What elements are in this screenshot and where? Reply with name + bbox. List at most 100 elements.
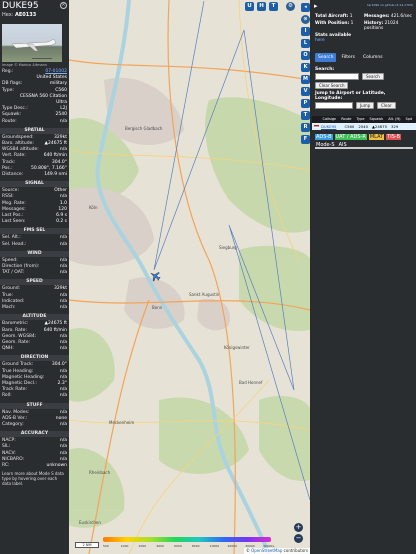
strip-button-0[interactable]: ◂: [301, 3, 310, 12]
place-label: Rheinbach: [89, 470, 111, 475]
aircraft-list-panel: ▸ tar1090 on github (3.14.1703) Total Ai…: [312, 0, 416, 554]
detail-label: Distance:: [2, 172, 24, 178]
attribution-suffix: contributors: [283, 548, 308, 553]
tab-columns[interactable]: Columns: [360, 53, 386, 62]
strip-button-11[interactable]: F: [301, 135, 310, 144]
map-view[interactable]: Bergisch Gladbach Köln Bonn Siegburg Sankt A…: [69, 0, 310, 554]
section-title-altitude[interactable]: ALTITUDE: [0, 314, 69, 321]
search-row: Search: [315, 72, 413, 80]
row-squawk: 2540: [358, 123, 369, 129]
strip-button-6[interactable]: M: [301, 75, 310, 84]
detail-label: Type:: [2, 87, 14, 93]
close-icon[interactable]: ×: [60, 2, 67, 9]
tab-search[interactable]: Search: [315, 52, 337, 62]
aircraft-callsign: DUKE95: [2, 1, 39, 11]
place-label: Meckenheim: [109, 420, 135, 425]
altitude-legend-label: 10000: [209, 544, 220, 548]
altitude-legend-label: 1000: [120, 544, 129, 548]
detail-label: Sel. Head.:: [2, 241, 27, 247]
footer-note: Learn more about Mode S data type by hov…: [2, 471, 64, 487]
strip-button-7[interactable]: V: [301, 87, 310, 96]
section-title-speed[interactable]: SPEED: [0, 279, 69, 286]
detail-row: Mach: n/a: [0, 305, 69, 311]
search-input[interactable]: [315, 72, 359, 80]
aircraft-hex-line: Hex: AE0133: [2, 12, 67, 18]
altitude-legend-label: 8000: [191, 544, 200, 548]
section-title-wind[interactable]: WIND: [0, 250, 69, 257]
column-header[interactable]: Spd: [403, 117, 415, 121]
map-button-h[interactable]: H: [257, 2, 266, 11]
table-row[interactable]: DUKE95 C560 2540 ▲24675 329: [312, 122, 416, 130]
jump-input[interactable]: [315, 101, 353, 109]
altitude-color-legend: [103, 537, 271, 542]
detail-row: Sel. Head.: n/a: [0, 242, 69, 248]
detail-label: Category:: [2, 421, 24, 427]
column-header[interactable]: Callsign: [320, 117, 339, 121]
strip-button-2[interactable]: I: [301, 27, 310, 36]
jump-button[interactable]: Jump: [356, 101, 375, 109]
zoom-in-button[interactable]: +: [294, 523, 303, 532]
aircraft-photo[interactable]: [2, 24, 62, 62]
detail-value: unknown: [46, 462, 67, 468]
section-title-spatial[interactable]: SPATIAL: [0, 127, 69, 134]
zoom-out-button[interactable]: −: [294, 534, 303, 543]
strip-button-3[interactable]: L: [301, 39, 310, 48]
source-legend: ADS-B UAT / ADS-R MLAT TIS-B Mode-S AIS: [312, 130, 416, 149]
detail-row: QNH: n/a: [0, 346, 69, 352]
place-label: Königswinter: [224, 345, 250, 350]
settings-gear-icon[interactable]: ⚙: [286, 2, 295, 11]
panel-tabs: Search Filters Columns: [315, 52, 413, 62]
section-title-signal[interactable]: SIGNAL: [0, 181, 69, 188]
scale-bar: 2 NM: [75, 542, 99, 548]
stats-available: Stats available here: [315, 32, 352, 44]
section-title-stuff[interactable]: STUFF: [0, 402, 69, 409]
selected-aircraft-panel: DUKE95 Hex: AE0133 × Image © Markus Altm…: [0, 0, 69, 554]
legend-adsb: ADS-B: [315, 133, 333, 140]
detail-value: n/a: [59, 241, 67, 247]
section-title-direction[interactable]: DIRECTION: [0, 355, 69, 362]
strip-button-1[interactable]: ⊙: [301, 15, 310, 24]
map-button-u[interactable]: U: [245, 2, 254, 11]
altitude-legend-label: 6000: [174, 544, 182, 548]
legend-uat: UAT / ADS-R: [334, 133, 367, 140]
map-button-t[interactable]: T: [269, 2, 278, 11]
detail-row: Category: n/a: [0, 422, 69, 428]
detail-value: n/a: [59, 393, 67, 399]
map-control-strip: ◂ ⊙ I L O K M V P T R F: [299, 0, 312, 150]
version-link[interactable]: tar1090 on github (3.14.1703): [367, 3, 413, 7]
detail-label: Roll:: [2, 393, 12, 399]
place-label: Bergisch Gladbach: [125, 126, 163, 131]
row-altitude: ▲24675: [372, 123, 388, 129]
detail-row: TAT / OAT: n/a: [0, 270, 69, 276]
strip-button-5[interactable]: K: [301, 63, 310, 72]
aircraft-header: DUKE95 Hex: AE0133 ×: [0, 0, 69, 22]
place-label: Siegburg: [219, 245, 237, 250]
section-title-fms-sel[interactable]: FMS SEL: [0, 228, 69, 235]
section-title-accuracy[interactable]: ACCURACY: [0, 431, 69, 438]
collapse-arrow-icon[interactable]: ▸: [314, 2, 318, 10]
osm-link[interactable]: OpenStreetMap: [251, 548, 282, 553]
table-scrollbar[interactable]: [315, 147, 413, 149]
strip-button-8[interactable]: P: [301, 99, 310, 108]
search-button[interactable]: Search: [362, 72, 384, 80]
detail-label: Mach:: [2, 305, 16, 311]
detail-value: 149.9 nmi: [44, 172, 67, 178]
detail-sections: SPATIAL Groundspeed: 329kt Baro. altitude: ▲…: [0, 127, 69, 469]
row-callsign[interactable]: DUKE95: [319, 124, 338, 129]
strip-button-9[interactable]: T: [301, 111, 310, 120]
clear-search-button[interactable]: Clear Search: [315, 81, 349, 89]
stats-here-link[interactable]: here: [315, 38, 325, 43]
clear-button[interactable]: Clear: [377, 101, 396, 109]
column-header[interactable]: Route: [339, 117, 354, 121]
place-label: Köln: [89, 205, 98, 210]
column-header[interactable]: Type: [354, 117, 367, 121]
detail-value: n/a: [59, 118, 67, 124]
strip-button-4[interactable]: O: [301, 51, 310, 60]
strip-button-10[interactable]: R: [301, 123, 310, 132]
detail-row: Last Seen: 0.2 s: [0, 219, 69, 225]
place-label: Bad Honnef: [239, 380, 263, 385]
column-header[interactable]: Alt. (ft): [386, 117, 403, 121]
tab-filters[interactable]: Filters: [338, 53, 358, 62]
column-header[interactable]: Squawk: [367, 117, 386, 121]
aircraft-details: Reg.: 07-01002 United States DB flags: milit…: [0, 69, 69, 125]
